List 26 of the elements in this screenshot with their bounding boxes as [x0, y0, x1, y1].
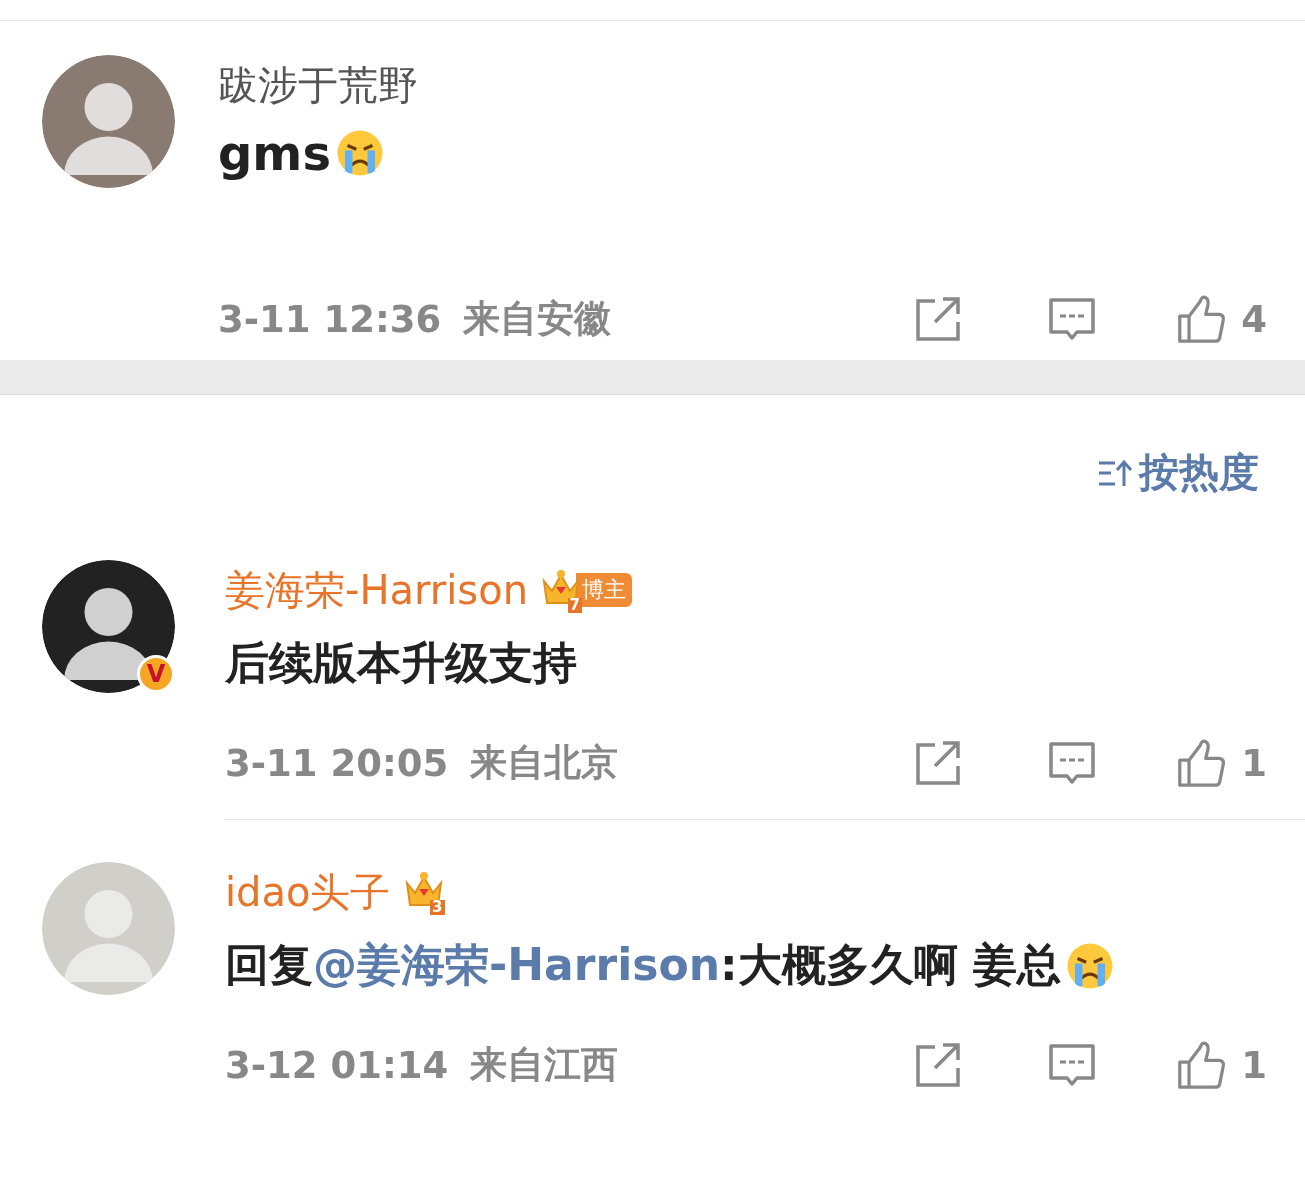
avatar-icon[interactable]	[42, 560, 175, 693]
comment-time: 3-11 20:05	[225, 741, 449, 785]
share-icon[interactable]	[913, 738, 963, 788]
like-count: 1	[1240, 1043, 1267, 1087]
like-count: 1	[1240, 741, 1267, 785]
comment-text: gms	[218, 125, 331, 181]
comment-location: 来自北京	[470, 740, 619, 786]
sort-icon	[1097, 457, 1133, 488]
comment-time: 3-11 12:36	[218, 297, 442, 341]
thumbs-up-icon[interactable]	[1177, 1040, 1227, 1090]
user-name[interactable]: idao头子	[225, 864, 391, 920]
user-name[interactable]: 姜海荣-Harrison	[225, 562, 528, 618]
comment-text: 回复@姜海荣-Harrison:大概多久啊 姜总	[225, 938, 1061, 992]
sort-button[interactable]: 按热度	[1097, 445, 1259, 500]
share-icon[interactable]	[913, 1040, 963, 1090]
share-icon[interactable]	[913, 294, 963, 344]
comment-location: 来自安徽	[463, 296, 612, 342]
thumbs-up-icon[interactable]	[1177, 294, 1227, 344]
thumbs-up-icon[interactable]	[1177, 738, 1227, 788]
like-count: 4	[1240, 297, 1267, 341]
user-name[interactable]: 跋涉于荒野	[218, 57, 418, 113]
comment-time: 3-12 01:14	[225, 1043, 449, 1087]
comment-text: 后续版本升级支持	[225, 636, 577, 690]
verified-badge: V	[137, 655, 175, 693]
level-number: 3	[430, 900, 445, 915]
comment-location: 来自江西	[470, 1042, 619, 1088]
